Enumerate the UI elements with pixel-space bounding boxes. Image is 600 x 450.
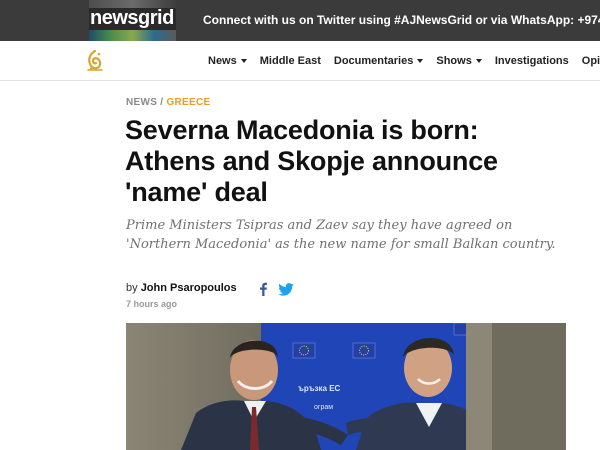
newsgrid-logo-image-strip [89, 30, 176, 41]
newsgrid-logo-text: newsgrid [90, 7, 174, 29]
nav-item-middle-east[interactable]: Middle East [260, 55, 321, 67]
eu-flag-icon [292, 342, 316, 359]
byline-prefix: by [126, 282, 141, 294]
top-promo-bar: newsgrid Connect with us on Twitter usin… [0, 0, 600, 41]
newsgrid-logo[interactable]: newsgrid [89, 0, 176, 41]
nav-item-investigations[interactable]: Investigations [495, 55, 569, 67]
article-photo[interactable]: ъръзка ЕС ограм [126, 323, 566, 450]
article-photo-illustration: ъръзка ЕС ограм [126, 323, 566, 450]
eu-flag-icon [352, 342, 376, 359]
breadcrumb: NEWS / GREECE [126, 97, 211, 108]
author-link[interactable]: John Psaropoulos [141, 282, 237, 294]
nav-item-opinion[interactable]: Opinion [582, 55, 600, 67]
facebook-icon[interactable] [258, 282, 268, 296]
sign-text: ъръзка ЕС [298, 384, 341, 393]
article-headline: Severna Macedonia is born: Athens and Sk… [125, 115, 498, 207]
nav-item-shows[interactable]: Shows [436, 55, 482, 67]
chevron-down-icon [240, 59, 247, 63]
chevron-down-icon [417, 59, 424, 63]
chevron-down-icon [475, 59, 482, 63]
published-time: 7 hours ago [126, 299, 178, 309]
nav-item-investigations-label: Investigations [494, 55, 569, 67]
main-navigation: News Middle East Documentaries Shows Inv… [0, 41, 600, 81]
nav-item-news-label: News [208, 55, 237, 67]
nav-item-shows-label: Shows [436, 55, 472, 67]
aljazeera-logo-icon[interactable] [86, 50, 104, 72]
nav-item-news[interactable]: News [208, 55, 247, 67]
breadcrumb-greece-link[interactable]: GREECE [166, 97, 210, 108]
nav-item-opinion-label: Opinion [581, 55, 600, 67]
nav-items: News Middle East Documentaries Shows Inv… [208, 41, 600, 81]
article-standfirst: Prime Ministers Tsipras and Zaev say the… [126, 218, 556, 252]
byline: by John Psaropoulos [126, 282, 237, 294]
twitter-icon[interactable] [278, 283, 294, 296]
nav-item-documentaries-label: Documentaries [333, 55, 414, 67]
breadcrumb-news-link[interactable]: NEWS [126, 97, 157, 108]
sign-text-2: ограм [314, 404, 333, 411]
promo-text[interactable]: Connect with us on Twitter using #AJNews… [203, 13, 600, 27]
nav-item-documentaries[interactable]: Documentaries [333, 55, 424, 67]
nav-item-middle-east-label: Middle East [259, 55, 321, 67]
eu-flag-icon [453, 323, 469, 336]
